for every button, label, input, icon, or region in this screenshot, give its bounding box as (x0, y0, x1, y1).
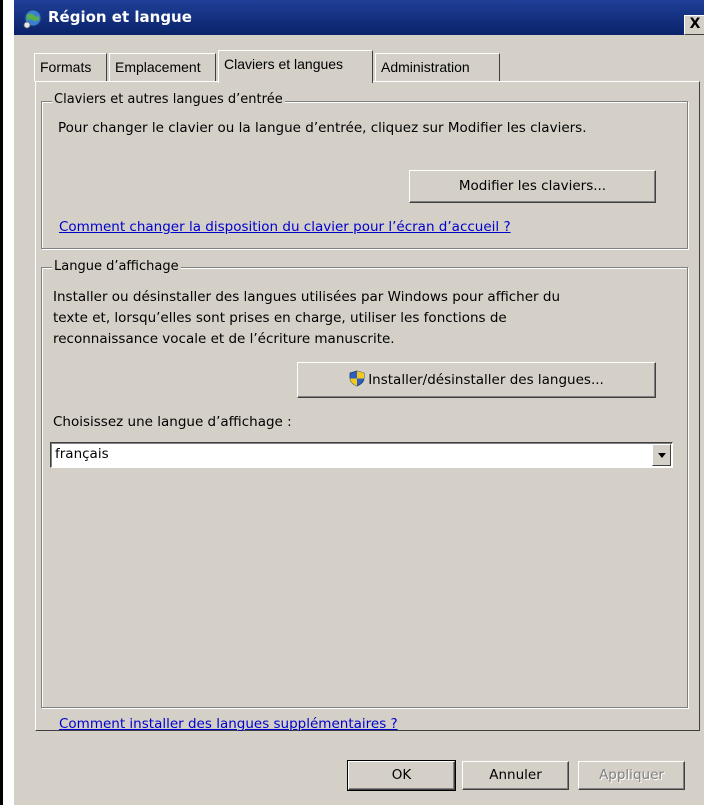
install-languages-label: Installer/désinstaller des langues... (368, 372, 604, 388)
install-languages-button[interactable]: Installer/désinstaller des langues... (297, 362, 656, 398)
cancel-button[interactable]: Annuler (462, 761, 569, 790)
tab-claviers-et-langues[interactable]: Claviers et langues (218, 50, 373, 83)
keyboard-layout-help-link[interactable]: Comment changer la disposition du clavie… (59, 219, 511, 235)
tab-formats[interactable]: Formats (34, 53, 107, 81)
title-bar[interactable]: Région et langue X (14, 0, 704, 35)
install-more-languages-link[interactable]: Comment installer des langues supplément… (59, 716, 398, 732)
region-language-dialog: Région et langue X Formats Emplacement C… (14, 0, 704, 805)
globe-icon (23, 9, 42, 29)
display-description-line3: reconnaissance vocale et de l’écriture m… (53, 331, 395, 347)
display-description-line1: Installer ou désinstaller des langues ut… (53, 289, 561, 305)
keyboards-description: Pour changer le clavier ou la langue d’e… (58, 120, 587, 136)
display-language-group-legend: Langue d’affichage (52, 259, 181, 274)
tab-administration[interactable]: Administration (375, 53, 500, 81)
uac-shield-icon (349, 370, 365, 387)
close-button[interactable]: X (684, 15, 704, 35)
tab-label: Formats (40, 59, 92, 75)
tab-label: Administration (381, 59, 470, 75)
apply-button[interactable]: Appliquer (578, 761, 685, 790)
tab-emplacement[interactable]: Emplacement (109, 53, 216, 81)
window-title: Région et langue (48, 8, 192, 26)
modify-keyboards-button[interactable]: Modifier les claviers... (409, 170, 656, 203)
selected-language: français (55, 446, 109, 462)
tab-label: Emplacement (115, 59, 201, 75)
ok-button[interactable]: OK (347, 760, 456, 791)
display-language-select[interactable]: français (50, 442, 673, 468)
chevron-down-icon[interactable] (652, 444, 671, 466)
desktop-edge (0, 0, 3, 805)
keyboards-group-legend: Claviers et autres langues d’entrée (52, 92, 285, 107)
display-description-line2: texte et, lorsqu’elles sont prises en ch… (53, 310, 507, 326)
tab-label: Claviers et langues (224, 56, 344, 72)
choose-display-language-label: Choisissez une langue d’affichage : (53, 414, 292, 430)
